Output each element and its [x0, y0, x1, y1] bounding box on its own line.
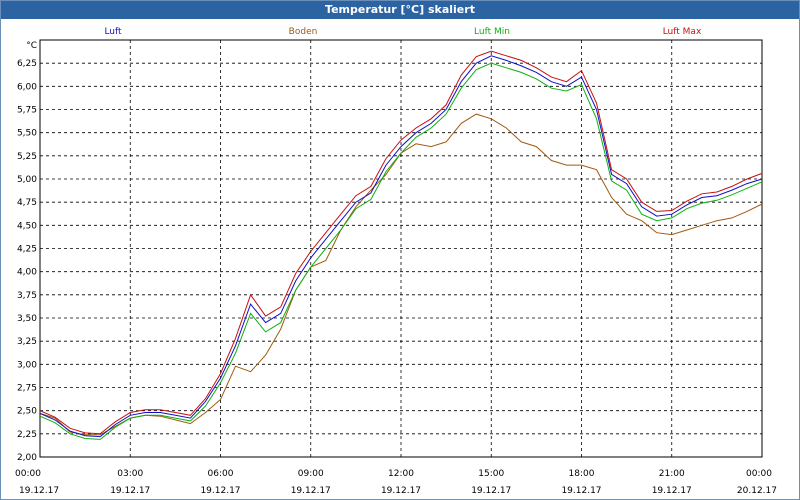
x-tick-time-label: 03:00	[117, 469, 143, 479]
legend-entry-luft-max: Luft Max	[663, 27, 702, 37]
y-tick-label: 2,50	[17, 407, 37, 417]
y-tick-label: 4,25	[17, 245, 37, 255]
x-tick-time-label: 15:00	[478, 469, 504, 479]
y-tick-label: 2,00	[17, 453, 37, 463]
x-tick-date-label: 19.12.17	[19, 486, 59, 496]
y-tick-label: 5,00	[17, 175, 37, 185]
x-tick-date-label: 19.12.17	[652, 486, 692, 496]
y-tick-label: 5,50	[17, 129, 37, 139]
x-tick-date-label: 19.12.17	[471, 486, 511, 496]
x-tick-time-label: 00:00	[15, 469, 41, 479]
x-tick-date-label: 19.12.17	[200, 486, 240, 496]
y-tick-label: 2,75	[17, 384, 37, 394]
x-tick-time-label: 21:00	[659, 469, 685, 479]
x-tick-time-label: 18:00	[569, 469, 595, 479]
y-tick-label: 4,50	[17, 221, 37, 231]
x-tick-date-label: 19.12.17	[291, 486, 331, 496]
y-tick-label: 4,75	[17, 198, 37, 208]
x-tick-date-label: 19.12.17	[381, 486, 421, 496]
legend-entry-boden: Boden	[289, 27, 318, 37]
legend-entry-luft: Luft	[104, 27, 122, 37]
y-tick-label: 6,25	[17, 59, 37, 69]
legend-entry-luft-min: Luft Min	[474, 27, 510, 37]
x-tick-date-label: 20.12.17	[737, 486, 777, 496]
x-tick-date-label: 19.12.17	[110, 486, 150, 496]
y-tick-label: 5,25	[17, 152, 37, 162]
x-tick-time-label: 12:00	[388, 469, 414, 479]
temperature-chart: 2,00 2,25 2,50 2,75 3,00 3,25 3,50 3,75 4,00 4,25…	[15, 27, 777, 496]
x-tick-time-label: 00:00	[746, 469, 772, 479]
y-tick-label: 4,00	[17, 268, 37, 278]
y-tick-label: 5,75	[17, 106, 37, 116]
y-tick-label: 3,50	[17, 314, 37, 324]
y-tick-label: 3,00	[17, 360, 37, 370]
y-axis-unit-label: °C	[26, 41, 37, 51]
y-tick-label: 6,00	[17, 82, 37, 92]
y-tick-label: 3,75	[17, 291, 37, 301]
x-tick-time-label: 09:00	[298, 469, 324, 479]
y-tick-label: 3,25	[17, 337, 37, 347]
x-tick-time-label: 06:00	[208, 469, 234, 479]
y-tick-label: 2,25	[17, 430, 37, 440]
x-tick-date-label: 19.12.17	[561, 486, 601, 496]
